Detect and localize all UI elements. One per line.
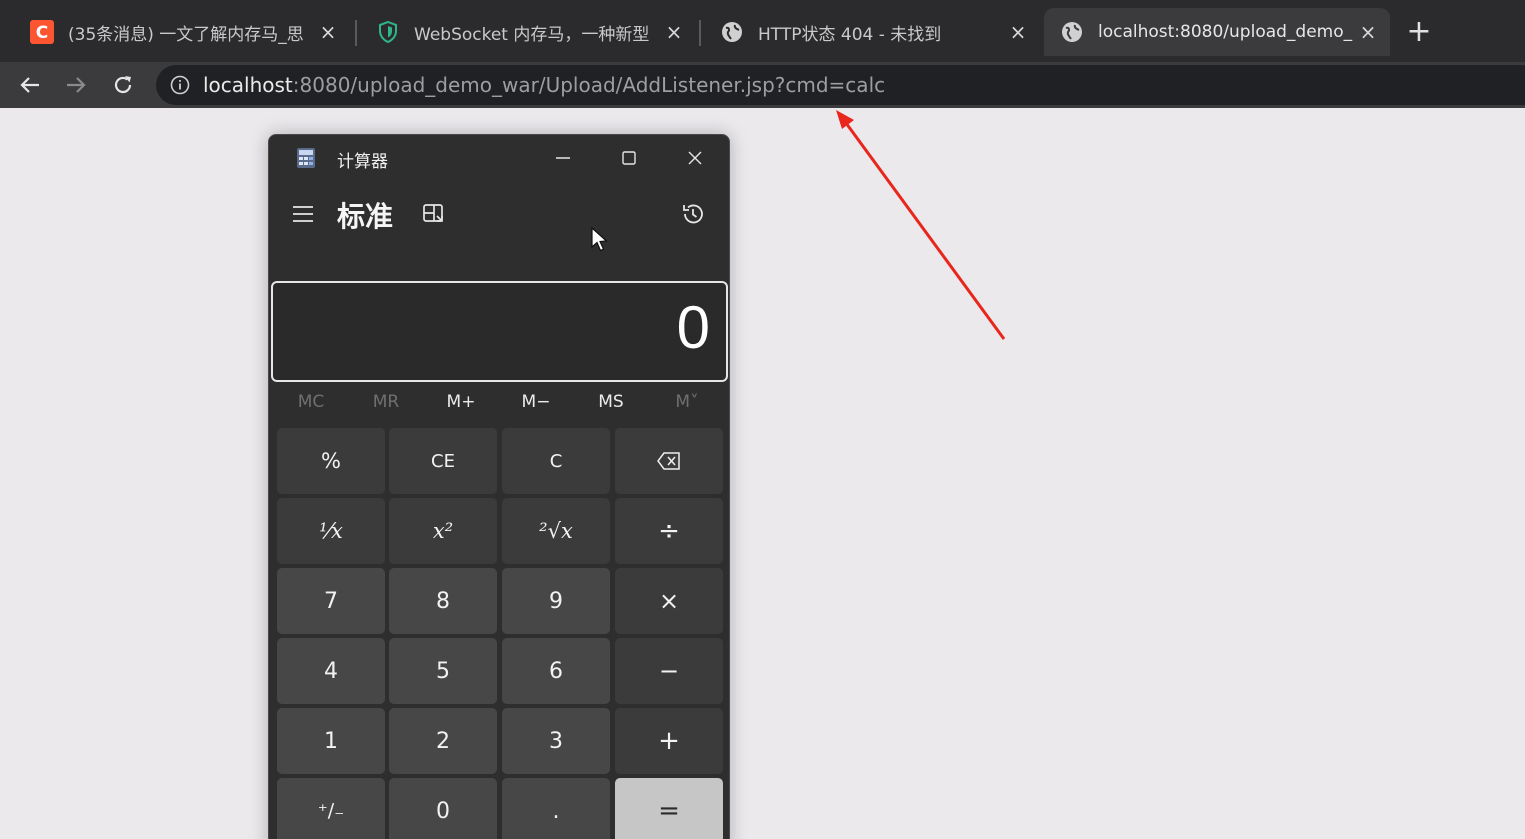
- digit-6-button[interactable]: 6: [502, 638, 610, 704]
- annotation-arrow-line: [844, 122, 1006, 340]
- back-button[interactable]: [14, 68, 46, 102]
- divide-button[interactable]: ÷: [615, 498, 723, 564]
- url-bar[interactable]: localhost:8080/upload_demo_war/Upload/Ad…: [156, 65, 1525, 105]
- tab-divider: [355, 20, 357, 46]
- memory-row: MC MR M+ M− MS M˅: [269, 390, 729, 420]
- digit-4-button[interactable]: 4: [277, 638, 385, 704]
- history-icon[interactable]: [680, 201, 706, 227]
- mode-title: 标准: [337, 200, 394, 233]
- url-host: localhost: [203, 73, 293, 97]
- globe-icon: [720, 20, 744, 44]
- calculator-app-icon: [297, 148, 315, 168]
- multiply-button[interactable]: ×: [615, 568, 723, 634]
- percent-button[interactable]: %: [277, 428, 385, 494]
- annotation-arrow: [836, 110, 1006, 340]
- url-path: :8080/upload_demo_war/Upload/AddListener…: [292, 73, 886, 97]
- tab-divider: [699, 20, 701, 46]
- backspace-button[interactable]: [615, 428, 723, 494]
- svg-text:C: C: [36, 23, 48, 43]
- clear-entry-button[interactable]: CE: [389, 428, 497, 494]
- mouse-cursor-icon: [591, 227, 608, 252]
- close-button[interactable]: [675, 143, 715, 173]
- square-label: x²: [432, 519, 454, 543]
- info-icon[interactable]: [170, 75, 190, 95]
- minimize-button[interactable]: [543, 143, 583, 173]
- address-toolbar: localhost:8080/upload_demo_war/Upload/Ad…: [0, 62, 1525, 108]
- memory-store-button[interactable]: MS: [581, 392, 641, 412]
- calculator-window: 计算器 标准 0 MC MR M+ M− MS M˅ % CE C ⅟x x²: [268, 134, 730, 839]
- globe-icon: [1060, 20, 1084, 44]
- tab-strip: C (35条消息) 一文了解内存马_思 × WebSocket 内存马，一种新型…: [0, 0, 1525, 62]
- reciprocal-button[interactable]: ⅟x: [277, 498, 385, 564]
- reload-icon: [114, 76, 132, 94]
- hamburger-menu-icon[interactable]: [291, 203, 315, 225]
- decimal-button[interactable]: .: [502, 778, 610, 839]
- url-text: localhost:8080/upload_demo_war/Upload/Ad…: [203, 73, 885, 97]
- subtract-button[interactable]: −: [615, 638, 723, 704]
- memory-clear-button[interactable]: MC: [281, 392, 341, 412]
- csdn-icon: C: [30, 20, 54, 44]
- close-icon[interactable]: ×: [662, 20, 686, 44]
- tab-csdn[interactable]: C (35条消息) 一文了解内存马_思 ×: [14, 8, 350, 56]
- add-button[interactable]: +: [615, 708, 723, 774]
- tab-title: localhost:8080/upload_demo_: [1098, 22, 1353, 42]
- shield-icon: [376, 20, 400, 44]
- reciprocal-label: ⅟x: [319, 519, 343, 543]
- square-button[interactable]: x²: [389, 498, 497, 564]
- digit-3-button[interactable]: 3: [502, 708, 610, 774]
- new-tab-button[interactable]: +: [1404, 14, 1434, 50]
- clear-button[interactable]: C: [502, 428, 610, 494]
- close-icon[interactable]: ×: [1356, 20, 1380, 44]
- reload-button[interactable]: [107, 68, 139, 102]
- digit-0-button[interactable]: 0: [389, 778, 497, 839]
- close-icon: [688, 151, 702, 165]
- digit-2-button[interactable]: 2: [389, 708, 497, 774]
- arrow-left-icon: [20, 77, 39, 93]
- memory-add-button[interactable]: M+: [431, 392, 491, 412]
- annotation-arrow-head: [836, 110, 854, 129]
- negate-button[interactable]: ⁺∕₋: [277, 778, 385, 839]
- arrow-right-icon: [67, 77, 86, 93]
- calculator-titlebar[interactable]: 计算器: [269, 135, 729, 181]
- digit-7-button[interactable]: 7: [277, 568, 385, 634]
- tab-title: WebSocket 内存马，一种新型: [414, 24, 650, 45]
- square-root-button[interactable]: ²√x: [502, 498, 610, 564]
- close-icon[interactable]: ×: [1006, 20, 1030, 44]
- tab-title: (35条消息) 一文了解内存马_思: [68, 24, 304, 45]
- maximize-icon: [622, 151, 636, 165]
- calculator-display: 0: [271, 281, 728, 382]
- calculator-title: 计算器: [337, 152, 388, 172]
- minimize-icon: [556, 157, 570, 159]
- digit-9-button[interactable]: 9: [502, 568, 610, 634]
- keep-on-top-icon[interactable]: [421, 201, 447, 227]
- memory-list-button[interactable]: M˅: [657, 392, 717, 412]
- digit-5-button[interactable]: 5: [389, 638, 497, 704]
- close-icon[interactable]: ×: [316, 20, 340, 44]
- memory-subtract-button[interactable]: M−: [506, 392, 566, 412]
- tab-localhost-active[interactable]: localhost:8080/upload_demo_ ×: [1044, 8, 1390, 56]
- digit-1-button[interactable]: 1: [277, 708, 385, 774]
- equals-button[interactable]: =: [615, 778, 723, 839]
- square-root-label: ²√x: [539, 519, 573, 543]
- backspace-icon: [657, 452, 680, 470]
- memory-recall-button[interactable]: MR: [356, 392, 416, 412]
- calculator-header: 标准: [269, 189, 729, 239]
- display-value: 0: [676, 294, 710, 361]
- digit-8-button[interactable]: 8: [389, 568, 497, 634]
- tab-websocket[interactable]: WebSocket 内存马，一种新型 ×: [360, 8, 696, 56]
- tab-title: HTTP状态 404 - 未找到: [758, 24, 942, 45]
- tab-404[interactable]: HTTP状态 404 - 未找到 ×: [704, 8, 1040, 56]
- forward-button[interactable]: [60, 68, 92, 102]
- maximize-button[interactable]: [609, 143, 649, 173]
